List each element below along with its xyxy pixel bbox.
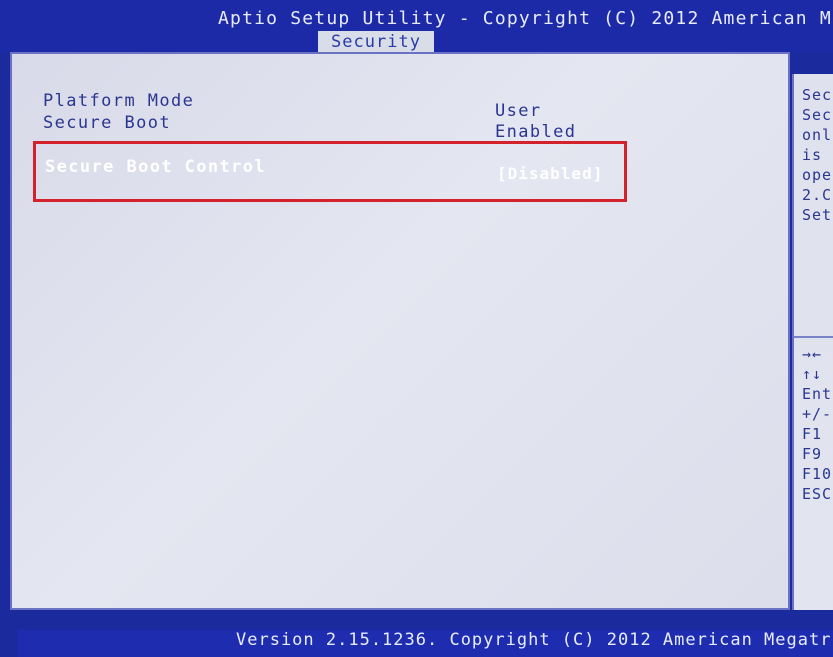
secure-boot-control-label[interactable]: Secure Boot Control (45, 157, 266, 177)
help-key-f9: F9 (802, 445, 823, 463)
footer-text: Version 2.15.1236. Copyright (C) 2012 Am… (236, 630, 832, 650)
help-key-f10: F10 (802, 465, 833, 483)
help-key-f1: F1 (802, 425, 823, 443)
bios-screen: Aptio Setup Utility - Copyright (C) 2012… (0, 0, 833, 657)
help-key-esc: ESC (802, 485, 833, 503)
help-key-left-right: →← (802, 345, 823, 363)
help-key-enter: Ente (802, 385, 833, 403)
help-description-line: ope (802, 166, 833, 184)
platform-mode-label: Platform Mode (43, 91, 195, 111)
platform-mode-value: User (495, 101, 542, 121)
help-key-up-down: ↑↓ (802, 365, 823, 383)
secure-boot-value: Enabled (495, 122, 577, 142)
help-description-line: Sec (802, 86, 833, 104)
help-description-line: onl (802, 126, 833, 144)
help-description-line: 2.C (802, 186, 833, 204)
secure-boot-label: Secure Boot (43, 113, 171, 133)
tab-security[interactable]: Security (318, 31, 434, 53)
help-key-plus-minus: +/- (802, 405, 833, 423)
secure-boot-control-value[interactable]: [Disabled] (497, 164, 603, 183)
title-bar: Aptio Setup Utility - Copyright (C) 2012… (0, 0, 833, 53)
help-description-line: is (802, 146, 823, 164)
title-text: Aptio Setup Utility - Copyright (C) 2012… (218, 8, 833, 29)
settings-panel (10, 52, 790, 610)
help-divider (794, 336, 833, 338)
help-description-line: Set (802, 206, 833, 224)
help-panel: Sec Sec onl is ope 2.C Set →← ↑↓ Ente +/… (792, 74, 833, 610)
help-description-line: Sec (802, 106, 833, 124)
